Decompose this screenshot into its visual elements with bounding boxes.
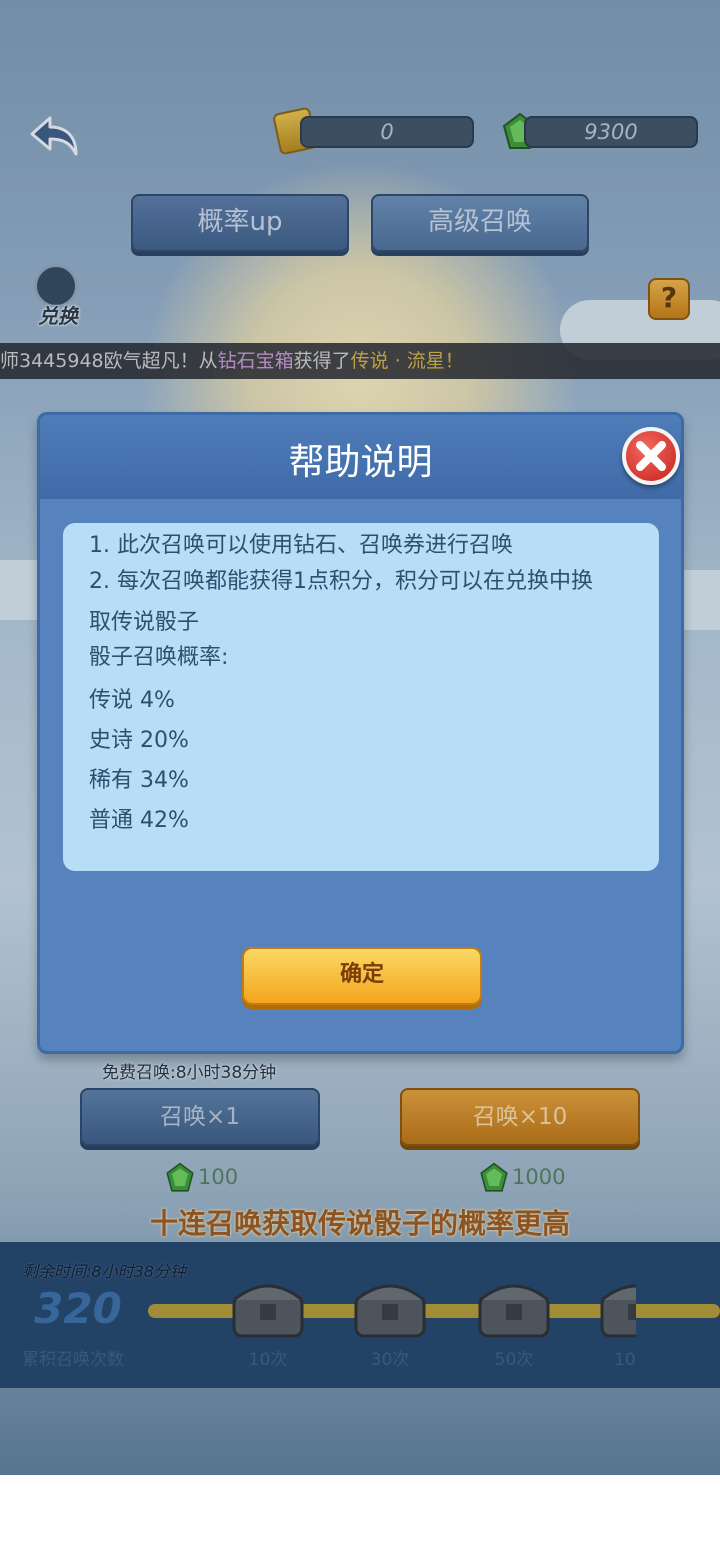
confirm-button[interactable]: 确定 <box>242 947 482 1005</box>
bottom-area <box>0 1475 720 1560</box>
dialog-title: 帮助说明 <box>288 442 433 483</box>
probability-rare: 稀有 34% <box>89 768 189 793</box>
probability-common: 普通 42% <box>89 808 189 833</box>
close-icon <box>636 441 666 471</box>
help-dialog: 帮助说明 1. 此次召唤可以使用钻石、召唤券进行召唤 2. 每次召唤都能获得1点… <box>37 412 684 1054</box>
help-line: 2. 每次召唤都能获得1点积分，积分可以在兑换中换 <box>89 569 593 594</box>
probability-legendary: 传说 4% <box>89 688 175 713</box>
probability-epic: 史诗 20% <box>89 728 189 753</box>
help-line: 取传说骰子 <box>89 610 200 635</box>
help-content: 1. 此次召唤可以使用钻石、召唤券进行召唤 2. 每次召唤都能获得1点积分，积分… <box>63 523 659 871</box>
close-button[interactable] <box>622 427 680 485</box>
help-line: 1. 此次召唤可以使用钻石、召唤券进行召唤 <box>89 533 513 558</box>
help-line: 骰子召唤概率: <box>89 645 229 670</box>
